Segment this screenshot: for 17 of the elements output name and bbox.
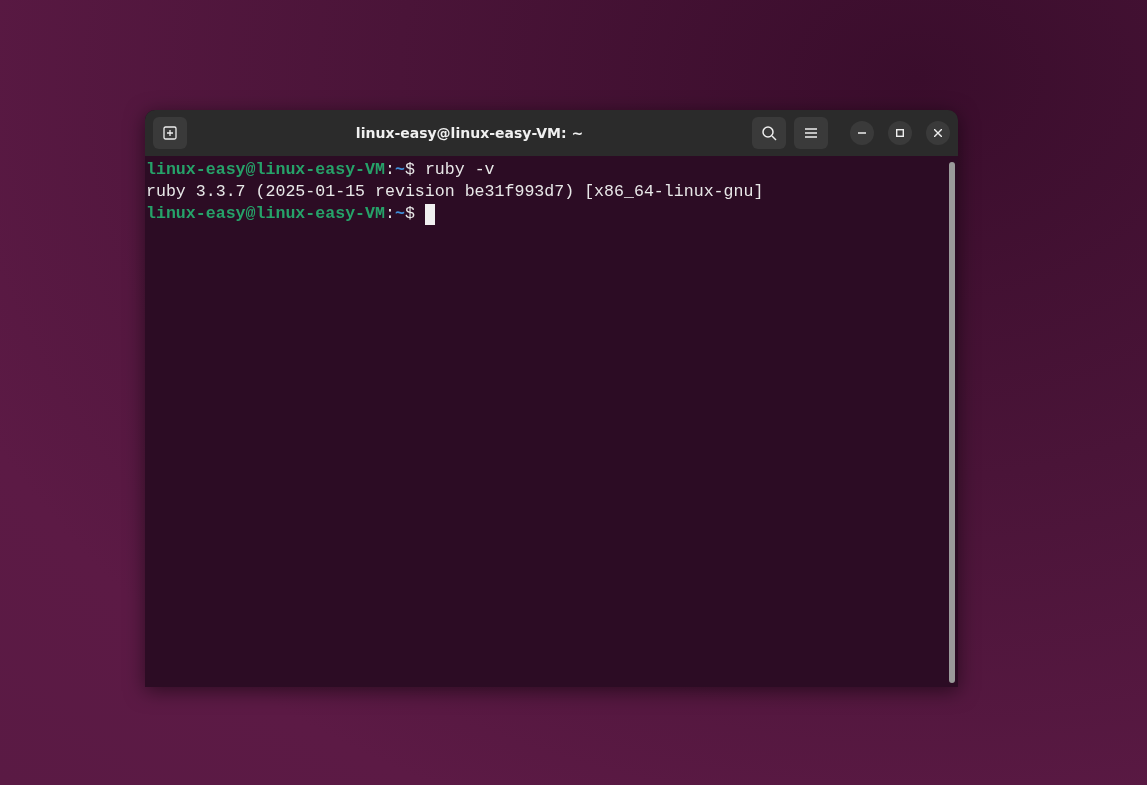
window-title: linux-easy@linux-easy-VM: ~	[354, 125, 585, 141]
new-tab-icon	[163, 126, 177, 140]
maximize-icon	[896, 129, 904, 137]
maximize-button[interactable]	[888, 121, 912, 145]
close-icon	[934, 129, 942, 137]
search-button[interactable]	[752, 117, 786, 149]
menu-button[interactable]	[794, 117, 828, 149]
minimize-icon	[858, 132, 866, 134]
terminal-line: ruby 3.3.7 (2025-01-15 revision be31f993d7) [x86_64-linux-gnu]	[146, 181, 764, 203]
menu-icon	[805, 128, 817, 138]
terminal-line: linux-easy@linux-easy-VM:~$ ruby -v	[146, 159, 495, 181]
scrollbar[interactable]	[949, 162, 955, 683]
terminal-line: linux-easy@linux-easy-VM:~$	[146, 203, 416, 225]
new-tab-button[interactable]	[153, 117, 187, 149]
minimize-button[interactable]	[850, 121, 874, 145]
close-button[interactable]	[926, 121, 950, 145]
search-icon	[761, 125, 777, 141]
